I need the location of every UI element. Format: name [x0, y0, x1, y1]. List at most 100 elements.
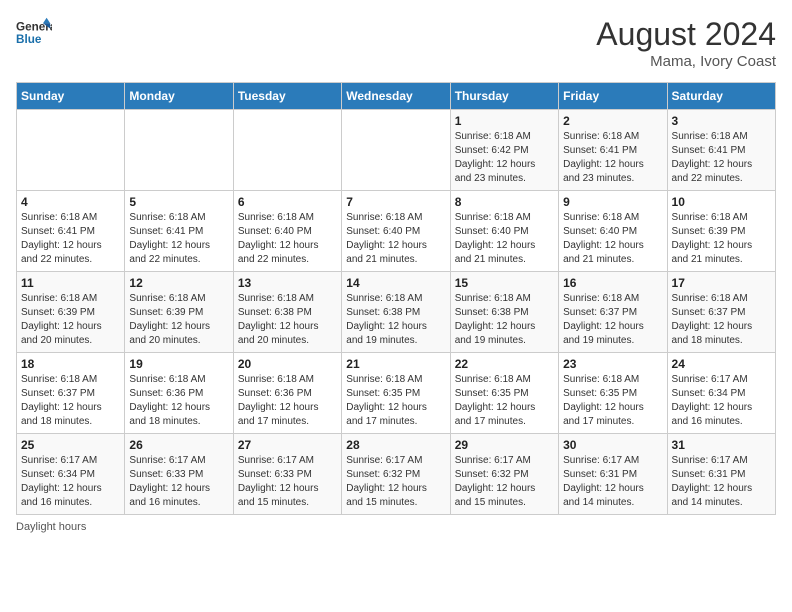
- day-info: Sunrise: 6:17 AMSunset: 6:33 PMDaylight:…: [238, 454, 337, 510]
- calendar-cell: 13 Sunrise: 6:18 AMSunset: 6:38 PMDayligh…: [233, 272, 341, 353]
- day-number: 5: [129, 195, 228, 209]
- day-info: Sunrise: 6:18 AMSunset: 6:39 PMDaylight:…: [21, 292, 120, 348]
- calendar-cell: 2 Sunrise: 6:18 AMSunset: 6:41 PMDaylight…: [559, 110, 667, 191]
- calendar-cell: 16 Sunrise: 6:18 AMSunset: 6:37 PMDayligh…: [559, 272, 667, 353]
- logo-icon: General Blue: [16, 16, 52, 52]
- calendar-table: SundayMondayTuesdayWednesdayThursdayFrid…: [16, 82, 776, 515]
- day-info: Sunrise: 6:18 AMSunset: 6:37 PMDaylight:…: [563, 292, 662, 348]
- day-info: Sunrise: 6:18 AMSunset: 6:37 PMDaylight:…: [672, 292, 771, 348]
- day-info: Sunrise: 6:18 AMSunset: 6:38 PMDaylight:…: [455, 292, 554, 348]
- calendar-cell: 8 Sunrise: 6:18 AMSunset: 6:40 PMDaylight…: [450, 191, 558, 272]
- calendar-cell: 9 Sunrise: 6:18 AMSunset: 6:40 PMDaylight…: [559, 191, 667, 272]
- day-info: Sunrise: 6:18 AMSunset: 6:40 PMDaylight:…: [455, 211, 554, 267]
- calendar-cell: 1 Sunrise: 6:18 AMSunset: 6:42 PMDaylight…: [450, 110, 558, 191]
- day-info: Sunrise: 6:17 AMSunset: 6:34 PMDaylight:…: [21, 454, 120, 510]
- day-number: 27: [238, 438, 337, 452]
- day-number: 15: [455, 276, 554, 290]
- day-info: Sunrise: 6:18 AMSunset: 6:41 PMDaylight:…: [672, 130, 771, 186]
- calendar-cell: 29 Sunrise: 6:17 AMSunset: 6:32 PMDayligh…: [450, 434, 558, 515]
- day-info: Sunrise: 6:17 AMSunset: 6:31 PMDaylight:…: [672, 454, 771, 510]
- calendar-cell: 14 Sunrise: 6:18 AMSunset: 6:38 PMDayligh…: [342, 272, 450, 353]
- calendar-cell: 17 Sunrise: 6:18 AMSunset: 6:37 PMDayligh…: [667, 272, 775, 353]
- calendar-cell: 10 Sunrise: 6:18 AMSunset: 6:39 PMDayligh…: [667, 191, 775, 272]
- month-year-title: August 2024: [596, 16, 776, 53]
- day-of-week-header: Sunday: [17, 83, 125, 110]
- day-number: 9: [563, 195, 662, 209]
- day-info: Sunrise: 6:18 AMSunset: 6:39 PMDaylight:…: [672, 211, 771, 267]
- day-number: 13: [238, 276, 337, 290]
- day-number: 8: [455, 195, 554, 209]
- title-area: August 2024 Mama, Ivory Coast: [596, 16, 776, 70]
- day-number: 19: [129, 357, 228, 371]
- day-info: Sunrise: 6:17 AMSunset: 6:34 PMDaylight:…: [672, 373, 771, 429]
- day-number: 22: [455, 357, 554, 371]
- calendar-cell: [17, 110, 125, 191]
- day-info: Sunrise: 6:18 AMSunset: 6:38 PMDaylight:…: [346, 292, 445, 348]
- day-number: 12: [129, 276, 228, 290]
- day-number: 3: [672, 114, 771, 128]
- day-of-week-header: Tuesday: [233, 83, 341, 110]
- day-info: Sunrise: 6:18 AMSunset: 6:41 PMDaylight:…: [21, 211, 120, 267]
- calendar-cell: 21Sunrise: 6:18 AMSunset: 6:35 PMDayligh…: [342, 353, 450, 434]
- calendar-cell: 19 Sunrise: 6:18 AMSunset: 6:36 PMDayligh…: [125, 353, 233, 434]
- day-number: 1: [455, 114, 554, 128]
- day-info: Sunrise: 6:18 AMSunset: 6:41 PMDaylight:…: [129, 211, 228, 267]
- day-number: 4: [21, 195, 120, 209]
- day-number: 20: [238, 357, 337, 371]
- day-info: Sunrise: 6:17 AMSunset: 6:32 PMDaylight:…: [346, 454, 445, 510]
- calendar-cell: 27 Sunrise: 6:17 AMSunset: 6:33 PMDayligh…: [233, 434, 341, 515]
- calendar-cell: 26 Sunrise: 6:17 AMSunset: 6:33 PMDayligh…: [125, 434, 233, 515]
- calendar-cell: [125, 110, 233, 191]
- calendar-cell: 20Sunrise: 6:18 AMSunset: 6:36 PMDayligh…: [233, 353, 341, 434]
- calendar-cell: 18 Sunrise: 6:18 AMSunset: 6:37 PMDayligh…: [17, 353, 125, 434]
- location-subtitle: Mama, Ivory Coast: [596, 53, 776, 70]
- calendar-cell: 4 Sunrise: 6:18 AMSunset: 6:41 PMDaylight…: [17, 191, 125, 272]
- day-of-week-header: Wednesday: [342, 83, 450, 110]
- footer-note: Daylight hours: [16, 521, 776, 533]
- day-number: 25: [21, 438, 120, 452]
- day-info: Sunrise: 6:17 AMSunset: 6:32 PMDaylight:…: [455, 454, 554, 510]
- day-number: 28: [346, 438, 445, 452]
- day-number: 14: [346, 276, 445, 290]
- calendar-header: SundayMondayTuesdayWednesdayThursdayFrid…: [17, 83, 776, 110]
- calendar-cell: [233, 110, 341, 191]
- calendar-cell: 7Sunrise: 6:18 AMSunset: 6:40 PMDaylight…: [342, 191, 450, 272]
- calendar-cell: 6Sunrise: 6:18 AMSunset: 6:40 PMDaylight…: [233, 191, 341, 272]
- calendar-cell: 24Sunrise: 6:17 AMSunset: 6:34 PMDayligh…: [667, 353, 775, 434]
- page-header: General Blue August 2024 Mama, Ivory Coa…: [16, 16, 776, 70]
- day-number: 30: [563, 438, 662, 452]
- day-number: 31: [672, 438, 771, 452]
- day-info: Sunrise: 6:18 AMSunset: 6:41 PMDaylight:…: [563, 130, 662, 186]
- day-number: 17: [672, 276, 771, 290]
- calendar-cell: [342, 110, 450, 191]
- day-info: Sunrise: 6:18 AMSunset: 6:40 PMDaylight:…: [563, 211, 662, 267]
- day-of-week-header: Friday: [559, 83, 667, 110]
- day-info: Sunrise: 6:18 AMSunset: 6:37 PMDaylight:…: [21, 373, 120, 429]
- day-number: 26: [129, 438, 228, 452]
- day-info: Sunrise: 6:18 AMSunset: 6:36 PMDaylight:…: [129, 373, 228, 429]
- day-number: 18: [21, 357, 120, 371]
- day-number: 11: [21, 276, 120, 290]
- day-of-week-header: Saturday: [667, 83, 775, 110]
- day-number: 6: [238, 195, 337, 209]
- day-number: 2: [563, 114, 662, 128]
- day-info: Sunrise: 6:17 AMSunset: 6:33 PMDaylight:…: [129, 454, 228, 510]
- calendar-cell: 12Sunrise: 6:18 AMSunset: 6:39 PMDayligh…: [125, 272, 233, 353]
- day-info: Sunrise: 6:18 AMSunset: 6:35 PMDaylight:…: [455, 373, 554, 429]
- day-info: Sunrise: 6:18 AMSunset: 6:42 PMDaylight:…: [455, 130, 554, 186]
- day-number: 10: [672, 195, 771, 209]
- calendar-cell: 30Sunrise: 6:17 AMSunset: 6:31 PMDayligh…: [559, 434, 667, 515]
- svg-text:Blue: Blue: [16, 33, 42, 46]
- day-number: 21: [346, 357, 445, 371]
- day-of-week-header: Monday: [125, 83, 233, 110]
- day-number: 7: [346, 195, 445, 209]
- calendar-cell: 22 Sunrise: 6:18 AMSunset: 6:35 PMDayligh…: [450, 353, 558, 434]
- calendar-cell: 11 Sunrise: 6:18 AMSunset: 6:39 PMDayligh…: [17, 272, 125, 353]
- calendar-cell: 28 Sunrise: 6:17 AMSunset: 6:32 PMDayligh…: [342, 434, 450, 515]
- day-number: 16: [563, 276, 662, 290]
- calendar-cell: 25 Sunrise: 6:17 AMSunset: 6:34 PMDayligh…: [17, 434, 125, 515]
- calendar-cell: 31 Sunrise: 6:17 AMSunset: 6:31 PMDayligh…: [667, 434, 775, 515]
- day-of-week-header: Thursday: [450, 83, 558, 110]
- day-info: Sunrise: 6:18 AMSunset: 6:38 PMDaylight:…: [238, 292, 337, 348]
- day-number: 29: [455, 438, 554, 452]
